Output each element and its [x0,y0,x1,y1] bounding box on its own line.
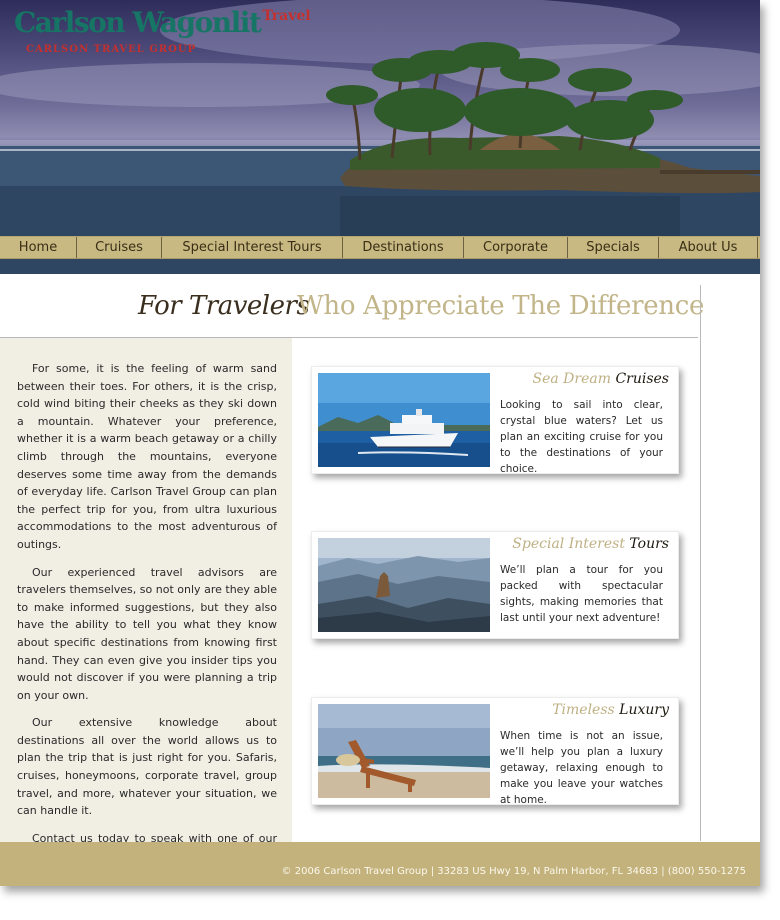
luxury-card-body: When time is not an issue, we’ll help yo… [500,730,663,806]
intro-paragraph: Our extensive knowledge about destinatio… [17,716,277,818]
main-navigation: Home Cruises Special Interest Tours Dest… [0,236,760,259]
logo-subtitle: CARLSON TRAVEL GROUP [26,44,197,55]
nav-item-about-us[interactable]: About Us [659,237,758,258]
page-title-light: Who Appreciate The Difference [297,291,705,321]
nav-item-special-interest-tours[interactable]: Special Interest Tours [162,237,343,258]
cruises-card-body: Looking to sail into clear, crystal blue… [500,399,663,475]
nav-item-cruises[interactable]: Cruises [77,237,162,258]
cruises-card-title: Sea Dream Cruises [532,371,669,387]
nav-item-home[interactable]: Home [0,237,77,258]
tours-card-body: We’ll plan a tour for you packed with sp… [500,564,663,624]
footer: © 2006 Carlson Travel Group | 33283 US H… [0,842,760,886]
hero-island-illustration [0,0,760,274]
footer-copyright: © 2006 Carlson Travel Group | 33283 US H… [281,866,746,877]
nav-item-specials[interactable]: Specials [568,237,659,258]
timeless-luxury-card[interactable]: Timeless Luxury When time is not an issu… [311,697,679,806]
intro-text: For some, it is the feeling of warm sand… [17,360,277,893]
beach-chair-photo [318,704,490,798]
hero-banner-image: Carlson Wagonlit Travel CARLSON TRAVEL GR… [0,0,760,274]
canyon-photo [318,538,490,632]
intro-paragraph: For some, it is the feeling of warm sand… [17,362,277,551]
page-frame: Carlson Wagonlit Travel CARLSON TRAVEL GR… [0,0,760,886]
cruise-ship-photo [318,373,490,467]
logo-wordmark: Carlson Wagonlit [14,6,262,39]
logo-travel-mark: Travel [262,8,311,24]
luxury-card-title: Timeless Luxury [552,702,669,718]
page-title: For Travelers Who Appreciate The Differe… [0,287,704,338]
page-title-dark: For Travelers [138,291,310,321]
special-interest-tours-card[interactable]: Special Interest Tours We’ll plan a tour… [311,531,679,639]
nav-item-corporate[interactable]: Corporate [464,237,568,258]
cruises-card[interactable]: Sea Dream Cruises Looking to sail into c… [311,366,679,475]
content-divider [700,285,701,841]
intro-paragraph: Our experienced travel advisors are trav… [17,565,277,702]
nav-item-destinations[interactable]: Destinations [343,237,464,258]
company-logo[interactable]: Carlson Wagonlit Travel CARLSON TRAVEL GR… [14,6,311,55]
tours-card-title: Special Interest Tours [512,536,669,552]
